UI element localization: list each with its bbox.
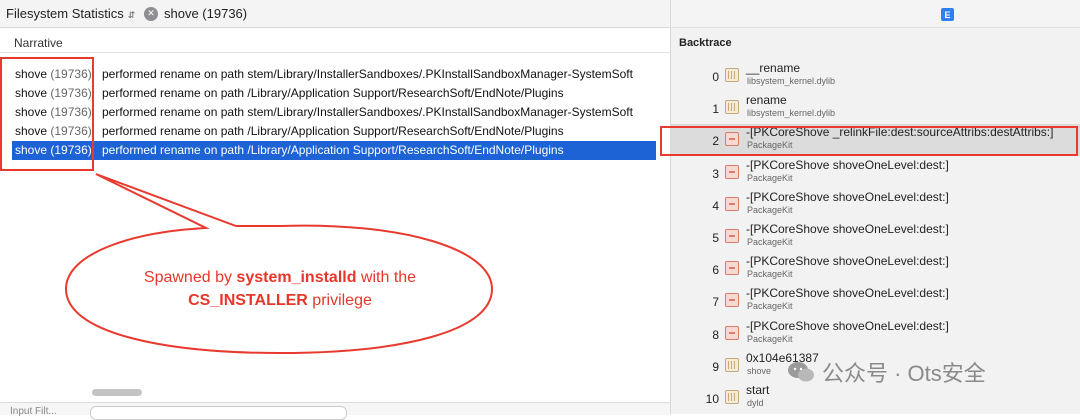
process-filter-chip[interactable]: ✕ shove (19736): [144, 6, 247, 21]
narrative-header-label: Narrative: [14, 36, 63, 50]
narrative-column-header[interactable]: Narrative: [0, 33, 670, 53]
frame-number: 5: [712, 231, 719, 245]
close-icon[interactable]: ✕: [144, 6, 158, 21]
row-narrative-text: performed rename on path stem/Library/In…: [102, 105, 633, 119]
frame-function: -[PKCoreShove shoveOneLevel:dest:]: [746, 189, 949, 204]
frame-library: PackageKit: [747, 269, 793, 280]
process-highlight-box: [0, 57, 94, 171]
narrative-row[interactable]: shove (19736) performed rename on path /L…: [12, 141, 656, 160]
narrative-panel: Filesystem Statistics ⇵ ✕ shove (19736) N…: [0, 0, 670, 420]
backtrace-title: Backtrace: [679, 37, 732, 49]
frame-library: PackageKit: [747, 301, 793, 312]
narrative-row[interactable]: shove (19736) performed rename on path /L…: [12, 84, 656, 103]
frame-function: -[PKCoreShove shoveOneLevel:dest:]: [746, 318, 949, 333]
narrative-row[interactable]: shove (19736) performed rename on path st…: [12, 65, 656, 84]
package-icon: [725, 325, 739, 340]
backtrace-panel: E Backtrace 0 __rename libsystem_kernel.dy…: [670, 0, 1080, 414]
package-icon: [725, 196, 739, 211]
row-narrative-text: performed rename on path /Library/Applic…: [102, 143, 564, 157]
backtrace-frame[interactable]: 7 -[PKCoreShove shoveOneLevel:dest:] Packa…: [671, 285, 1080, 317]
frame-function: -[PKCoreShove shoveOneLevel:dest:]: [746, 157, 949, 172]
frame-number: 8: [712, 327, 719, 342]
callout-bold-process: system_installd: [236, 269, 357, 286]
frame-library: PackageKit: [747, 204, 793, 215]
watermark-text: 公众号 · Ots安全: [822, 361, 986, 386]
frame-number: 4: [712, 198, 719, 213]
row-narrative-text: performed rename on path /Library/Applic…: [102, 86, 564, 100]
callout-prefix: Spawned by: [143, 269, 237, 286]
frame-library: PackageKit: [747, 172, 793, 183]
view-selector-label: Filesystem Statistics: [6, 6, 124, 21]
callout-bold-privilege: CS_INSTALLER: [188, 292, 308, 309]
backtrace-frame[interactable]: 5 -[PKCoreShove shoveOneLevel:dest:] Packa…: [671, 221, 1080, 253]
frame-library: libsystem_kernel.dylib: [747, 76, 836, 86]
wechat-icon: [788, 362, 814, 382]
frame-function: start: [746, 383, 770, 397]
e-badge-icon[interactable]: E: [941, 8, 954, 21]
frame-function: -[PKCoreShove shoveOneLevel:dest:]: [746, 222, 949, 236]
backtrace-frame[interactable]: 4 -[PKCoreShove shoveOneLevel:dest:] Packa…: [671, 189, 1080, 221]
callout-text: Spawned by system_installd with the CS_I…: [70, 266, 490, 312]
frame-number: 0: [712, 70, 719, 84]
library-icon: [725, 100, 739, 115]
package-icon: [725, 293, 739, 308]
frame-number: 6: [712, 263, 719, 278]
frame-library: libsystem_kernel.dylib: [747, 108, 836, 119]
frame-function: __rename: [746, 61, 801, 75]
frame-number: 9: [712, 359, 719, 374]
frame-function: -[PKCoreShove shoveOneLevel:dest:]: [746, 254, 949, 269]
right-toolbar: E: [671, 0, 1080, 28]
frame-library: PackageKit: [747, 237, 793, 247]
package-icon: [725, 164, 739, 179]
toolbar: Filesystem Statistics ⇵ ✕ shove (19736): [0, 0, 670, 28]
library-icon: [725, 390, 739, 404]
row-narrative-text: performed rename on path stem/Library/In…: [102, 67, 633, 81]
callout-middle: with the: [356, 269, 417, 286]
library-icon: [725, 68, 739, 82]
process-chip-label: shove (19736): [164, 6, 248, 21]
frame-library: dyld: [747, 398, 764, 408]
backtrace-frame[interactable]: 8 -[PKCoreShove shoveOneLevel:dest:] Packa…: [671, 318, 1080, 350]
frame-number: 1: [712, 102, 719, 117]
callout-suffix: privilege: [307, 292, 372, 309]
watermark: 公众号 · Ots安全: [786, 356, 986, 388]
frame-library: PackageKit: [747, 333, 793, 344]
frame-number: 10: [705, 392, 719, 406]
package-icon: [725, 261, 739, 276]
frame-function: -[PKCoreShove shoveOneLevel:dest:]: [746, 286, 949, 301]
filter-input[interactable]: [90, 406, 347, 420]
frame-function: rename: [746, 93, 787, 108]
horizontal-scrollbar[interactable]: [92, 389, 142, 396]
package-icon: [725, 229, 739, 243]
frame-number: 7: [712, 295, 719, 310]
chevron-updown-icon: ⇵: [127, 10, 136, 20]
backtrace-frame[interactable]: 0 __rename libsystem_kernel.dylib: [671, 60, 1080, 92]
backtrace-frame[interactable]: 3 -[PKCoreShove shoveOneLevel:dest:] Packa…: [671, 157, 1080, 189]
frame-number: 3: [712, 166, 719, 181]
backtrace-frame[interactable]: 1 rename libsystem_kernel.dylib: [671, 92, 1080, 124]
narrative-list: shove (19736) performed rename on path st…: [12, 65, 656, 160]
view-selector[interactable]: Filesystem Statistics ⇵: [6, 6, 135, 21]
frame-highlight-box: [660, 126, 1078, 156]
library-icon: [725, 357, 739, 372]
filter-bar: Input Filt...: [0, 402, 670, 420]
row-narrative-text: performed rename on path /Library/Applic…: [102, 124, 564, 138]
frame-library: shove: [747, 365, 772, 376]
filter-label: Input Filt...: [10, 406, 57, 417]
narrative-row[interactable]: shove (19736) performed rename on path st…: [12, 103, 656, 122]
narrative-row[interactable]: shove (19736) performed rename on path /L…: [12, 122, 656, 141]
backtrace-frame[interactable]: 6 -[PKCoreShove shoveOneLevel:dest:] Packa…: [671, 253, 1080, 285]
